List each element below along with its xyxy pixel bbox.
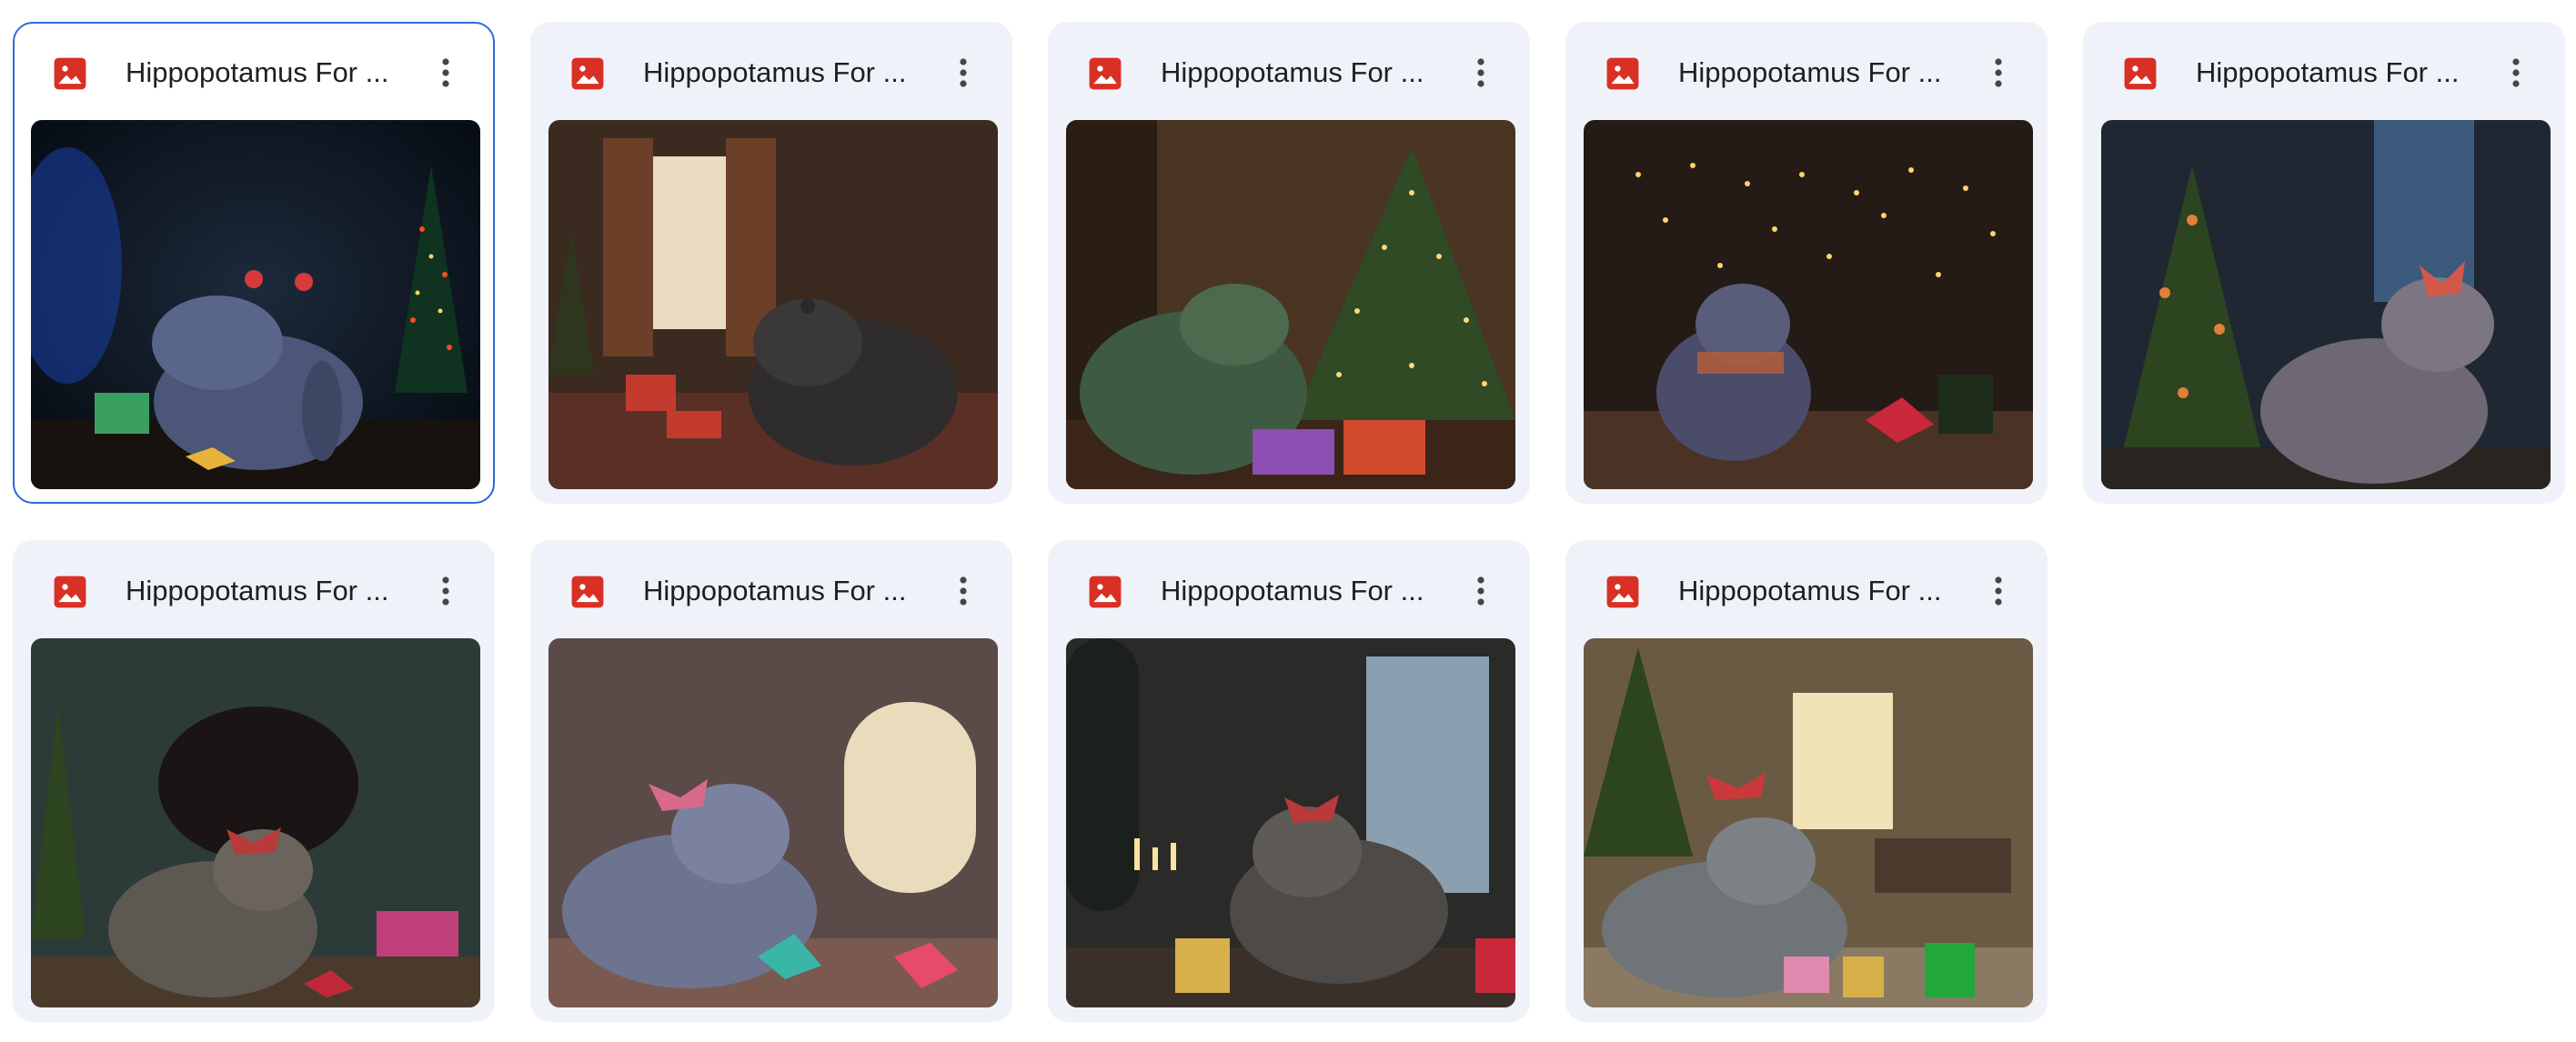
file-card[interactable]: Hippopotamus For ... — [13, 22, 495, 504]
more-vert-icon — [960, 576, 967, 606]
hippo-christmas-image — [2101, 120, 2551, 489]
file-name: Hippopotamus For ... — [1678, 56, 1942, 88]
image-file-icon — [2124, 57, 2157, 90]
more-actions-button[interactable] — [1463, 51, 1499, 95]
file-card[interactable]: Hippopotamus For ... — [530, 22, 1012, 504]
file-card-header: Hippopotamus For ... — [532, 542, 1011, 638]
more-actions-button[interactable] — [2498, 51, 2534, 95]
more-vert-icon — [1477, 58, 1484, 87]
more-vert-icon — [1477, 576, 1484, 606]
hippo-christmas-image — [548, 120, 998, 489]
file-card-header: Hippopotamus For ... — [1050, 542, 1528, 638]
image-file-icon — [571, 576, 604, 608]
file-card[interactable]: Hippopotamus For ... — [1565, 22, 2048, 504]
more-actions-button[interactable] — [1980, 51, 2017, 95]
file-thumbnail[interactable] — [2101, 120, 2551, 489]
file-name: Hippopotamus For ... — [126, 575, 389, 606]
file-card[interactable]: Hippopotamus For ... — [2083, 22, 2565, 504]
file-thumbnail[interactable] — [1584, 120, 2033, 489]
file-card-header: Hippopotamus For ... — [1567, 542, 2046, 638]
file-card-header: Hippopotamus For ... — [1050, 24, 1528, 120]
file-thumbnail[interactable] — [1066, 638, 1515, 1007]
file-card-header: Hippopotamus For ... — [532, 24, 1011, 120]
more-actions-button[interactable] — [1463, 569, 1499, 613]
hippo-christmas-image — [1066, 120, 1515, 489]
image-file-icon — [1606, 57, 1639, 90]
file-name: Hippopotamus For ... — [643, 575, 907, 606]
hippo-christmas-image — [1584, 638, 2033, 1007]
file-thumbnail[interactable] — [548, 120, 998, 489]
more-vert-icon — [442, 58, 449, 87]
file-thumbnail[interactable] — [1066, 120, 1515, 489]
more-vert-icon — [2512, 58, 2520, 87]
more-actions-button[interactable] — [1980, 569, 2017, 613]
image-file-icon — [54, 576, 86, 608]
hippo-christmas-image — [548, 638, 998, 1007]
image-file-icon — [1089, 57, 1122, 90]
more-vert-icon — [960, 58, 967, 87]
image-file-icon — [1606, 576, 1639, 608]
file-card[interactable]: Hippopotamus For ... — [1565, 540, 2048, 1022]
hippo-christmas-image — [1066, 638, 1515, 1007]
file-card[interactable]: Hippopotamus For ... — [1048, 540, 1530, 1022]
more-actions-button[interactable] — [945, 51, 981, 95]
file-thumbnail[interactable] — [548, 638, 998, 1007]
more-vert-icon — [1995, 58, 2002, 87]
more-actions-button[interactable] — [428, 51, 464, 95]
file-card[interactable]: Hippopotamus For ... — [1048, 22, 1530, 504]
file-name: Hippopotamus For ... — [126, 56, 389, 88]
file-name: Hippopotamus For ... — [2196, 56, 2460, 88]
file-card-header: Hippopotamus For ... — [2085, 24, 2563, 120]
hippo-christmas-image — [1584, 120, 2033, 489]
more-actions-button[interactable] — [428, 569, 464, 613]
file-card-header: Hippopotamus For ... — [15, 24, 493, 120]
file-grid: Hippopotamus For ... Hippopotamus For ..… — [13, 22, 2565, 1022]
image-file-icon — [1089, 576, 1122, 608]
file-card[interactable]: Hippopotamus For ... — [530, 540, 1012, 1022]
file-card-header: Hippopotamus For ... — [1567, 24, 2046, 120]
more-vert-icon — [442, 576, 449, 606]
more-vert-icon — [1995, 576, 2002, 606]
file-name: Hippopotamus For ... — [1161, 56, 1424, 88]
file-thumbnail[interactable] — [31, 638, 480, 1007]
hippo-christmas-image — [31, 638, 480, 1007]
image-file-icon — [571, 57, 604, 90]
file-name: Hippopotamus For ... — [1161, 575, 1424, 606]
hippo-christmas-image — [31, 120, 480, 489]
image-file-icon — [54, 57, 86, 90]
file-name: Hippopotamus For ... — [1678, 575, 1942, 606]
file-name: Hippopotamus For ... — [643, 56, 907, 88]
file-card-header: Hippopotamus For ... — [15, 542, 493, 638]
file-thumbnail[interactable] — [1584, 638, 2033, 1007]
more-actions-button[interactable] — [945, 569, 981, 613]
file-thumbnail[interactable] — [31, 120, 480, 489]
file-card[interactable]: Hippopotamus For ... — [13, 540, 495, 1022]
